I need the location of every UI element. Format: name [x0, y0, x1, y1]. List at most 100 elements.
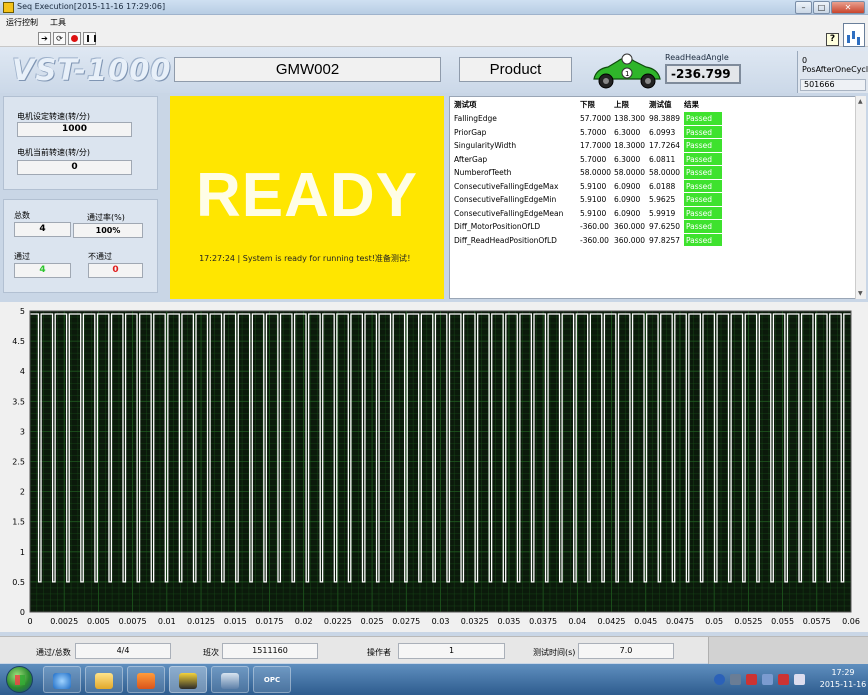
table-row[interactable]: FallingEdge 57.7000 138.300 98.3889 Passed	[450, 112, 855, 126]
x-tick-label: 0.055	[771, 617, 794, 626]
tray-network-icon[interactable]	[778, 674, 789, 685]
pause-icon[interactable]	[83, 32, 96, 45]
x-tick-label: 0.0225	[324, 617, 352, 626]
help-button[interactable]: ?	[826, 33, 839, 46]
close-button[interactable]: ✕	[831, 1, 865, 14]
pass-total-label: 通过/总数	[36, 648, 71, 657]
pass-rate-label: 通过率(%)	[87, 213, 125, 222]
y-tick-label: 4	[20, 367, 25, 376]
tray-keyboard-icon[interactable]	[762, 674, 773, 685]
y-tick-label: 5	[20, 307, 25, 316]
results-scrollbar[interactable]: ▲ ▼	[855, 96, 866, 299]
x-tick-label: 0.03	[432, 617, 450, 626]
toolbar: ➔ ⟳	[0, 29, 868, 47]
x-tick-label: 0.02	[295, 617, 313, 626]
pos-after-cycle-panel: 0 PosAfterOneCycl 501666	[797, 51, 868, 93]
x-tick-label: 0.0375	[529, 617, 557, 626]
taskbar: OPC 17:29 2015-11-16	[0, 664, 868, 695]
cell-upper-limit: 6.0900	[614, 181, 641, 191]
cell-upper-limit: 360.000	[614, 235, 646, 245]
taskbar-media[interactable]	[127, 666, 165, 693]
col-lower-limit: 下限	[580, 100, 595, 109]
taskbar-monitor[interactable]	[211, 666, 249, 693]
x-tick-label: 0.015	[224, 617, 247, 626]
menu-tools[interactable]: 工具	[50, 17, 66, 28]
cell-test-value: 5.9919	[649, 208, 676, 218]
table-row[interactable]: AfterGap 5.7000 6.3000 6.0811 Passed	[450, 152, 855, 167]
taskbar-explorer[interactable]	[85, 666, 123, 693]
x-tick-label: 0	[27, 617, 32, 626]
window-title: Seq Execution[2015-11-16 17:29:06]	[17, 2, 166, 11]
table-row[interactable]: ConsecutiveFallingEdgeMin 5.9100 6.0900 5.9…	[450, 193, 855, 207]
product-display: Product	[459, 57, 572, 82]
cell-test-item: ConsecutiveFallingEdgeMin	[454, 195, 557, 204]
total-label: 总数	[14, 211, 30, 220]
motor-current-speed-value: 0	[17, 160, 132, 175]
cell-test-item: Diff_MotorPositionOfLD	[454, 222, 541, 231]
table-row[interactable]: SingularityWidth 17.7000 18.3000 17.7264 Pas…	[450, 139, 855, 153]
x-tick-label: 0.0325	[461, 617, 489, 626]
taskbar-ie[interactable]	[43, 666, 81, 693]
cell-result: Passed	[684, 152, 722, 165]
total-value: 4	[14, 222, 71, 237]
table-row[interactable]: NumberofTeeth 58.0000 58.0000 58.0000 Passed	[450, 166, 855, 180]
labview-icon	[179, 672, 197, 689]
x-tick-label: 0.0575	[803, 617, 831, 626]
y-tick-label: 2.5	[12, 458, 25, 467]
x-tick-label: 0.0075	[119, 617, 147, 626]
cell-test-value: 58.0000	[649, 168, 681, 177]
results-table[interactable]: 测试项 下限 上限 测试值 结果 FallingEdge 57.7000 138.3…	[449, 96, 866, 299]
cell-test-value: 97.8257	[649, 235, 681, 245]
tray-volume-icon[interactable]	[794, 674, 805, 685]
taskbar-labview[interactable]	[169, 666, 207, 693]
tray-help-icon[interactable]	[714, 674, 725, 685]
waveform-chart: 0 0.5 1 1.5 2 2.5 3 3.5 4 4.5 5 0 0.0025 0.005 0.0075 0…	[0, 302, 868, 632]
x-tick-label: 0.0525	[734, 617, 762, 626]
cell-lower-limit: 58.0000	[580, 168, 612, 177]
motor-set-speed-label: 电机设定转速(转/分)	[17, 112, 90, 121]
test-time-label: 测试时间(s)	[533, 648, 576, 657]
x-tick-label: 0.01	[158, 617, 176, 626]
report-chart-icon[interactable]	[843, 23, 865, 47]
maximize-button[interactable]: □	[813, 1, 830, 14]
x-tick-label: 0.0475	[666, 617, 694, 626]
cell-upper-limit: 360.000	[614, 222, 646, 231]
motor-current-speed-label: 电机当前转速(转/分)	[17, 148, 90, 157]
cell-test-item: Diff_ReadHeadPositionOfLD	[454, 235, 557, 245]
clock[interactable]: 17:29 2015-11-16	[818, 667, 868, 691]
cell-result: Passed	[684, 112, 722, 125]
scroll-down-icon[interactable]: ▼	[858, 290, 863, 297]
pos-index: 0	[802, 56, 808, 65]
col-upper-limit: 上限	[614, 100, 629, 109]
table-row[interactable]: ConsecutiveFallingEdgeMean 5.9100 6.0900 5.…	[450, 206, 855, 221]
minimize-button[interactable]: –	[795, 1, 812, 14]
cell-result: Passed	[684, 179, 722, 192]
statistics-panel: 总数 4 通过率(%) 100% 通过 4 不通过 0	[3, 199, 158, 293]
y-tick-label: 0	[20, 608, 25, 617]
cell-result: Passed	[684, 125, 722, 138]
table-row[interactable]: Diff_ReadHeadPositionOfLD -360.00 360.000 9…	[450, 233, 855, 248]
y-tick-label: 0.5	[12, 578, 25, 587]
table-row[interactable]: PriorGap 5.7000 6.3000 6.0993 Passed	[450, 125, 855, 140]
cell-lower-limit: -360.00	[580, 235, 609, 245]
table-row[interactable]: ConsecutiveFallingEdgeMax 5.9100 6.0900 6.0…	[450, 179, 855, 194]
tray-expand-icon[interactable]	[730, 674, 741, 685]
taskbar-opc[interactable]: OPC	[253, 666, 291, 693]
svg-text:1: 1	[625, 70, 629, 78]
start-button[interactable]	[6, 666, 33, 693]
run-continuous-icon[interactable]: ⟳	[53, 32, 66, 45]
cell-lower-limit: 5.9100	[580, 181, 607, 191]
cell-lower-limit: 5.7000	[580, 154, 607, 164]
run-arrow-icon[interactable]: ➔	[38, 32, 51, 45]
pos-after-cycle-value: 501666	[800, 79, 866, 91]
y-tick-label: 1.5	[12, 518, 25, 527]
cell-test-item: NumberofTeeth	[454, 168, 512, 177]
tray-action-icon[interactable]	[746, 674, 757, 685]
scroll-up-icon[interactable]: ▲	[858, 98, 863, 105]
table-row[interactable]: Diff_MotorPositionOfLD -360.00 360.000 97.6…	[450, 220, 855, 234]
abort-icon[interactable]	[68, 32, 81, 45]
x-tick-label: 0.025	[361, 617, 384, 626]
menu-run-control[interactable]: 运行控制	[6, 17, 38, 28]
cell-test-value: 6.0811	[649, 154, 676, 164]
x-tick-label: 0.005	[87, 617, 110, 626]
